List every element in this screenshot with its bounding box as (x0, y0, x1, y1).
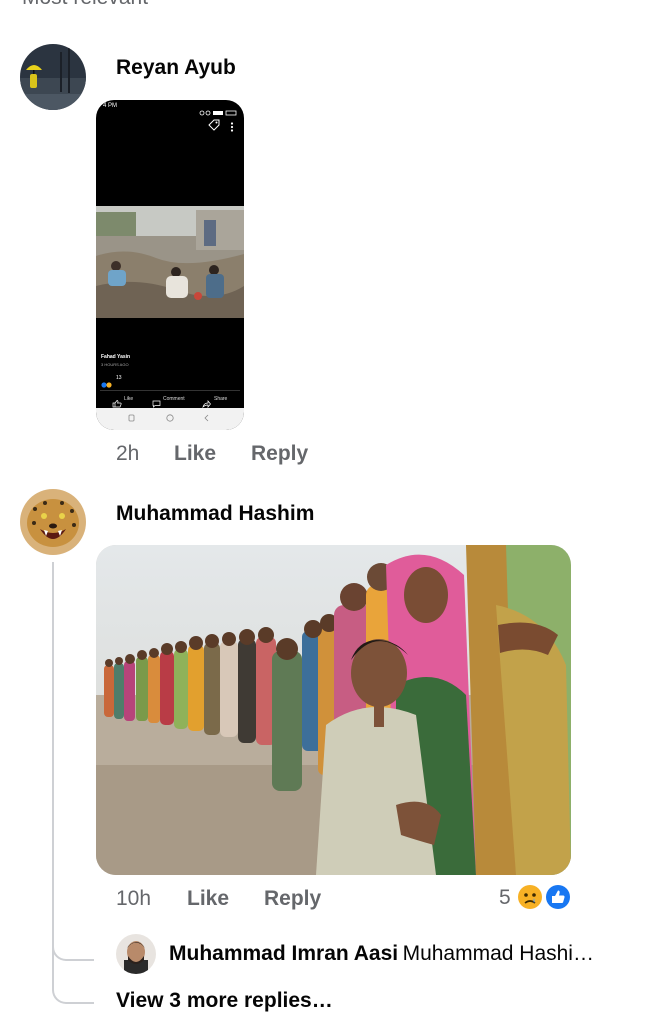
thread-line (52, 562, 54, 990)
comment-author[interactable]: Muhammad Hashim (116, 502, 314, 526)
status-icons (198, 103, 238, 116)
comment-timestamp: 10h (116, 887, 152, 910)
share-icon (202, 395, 211, 409)
reaction-count[interactable]: 5 (499, 886, 511, 910)
post-comment-label: Comment (163, 396, 185, 402)
sad-reaction-icon (518, 885, 542, 909)
status-time: 4 PM (103, 103, 118, 109)
post-share-label: Share (214, 396, 228, 402)
post-time: 3 HOURS AGO (101, 362, 129, 367)
post-photo (96, 206, 244, 318)
comment-timestamp: 2h (116, 442, 140, 465)
comment-author[interactable]: Reyan Ayub (116, 56, 236, 80)
post-author: Fahad Yasin (101, 354, 131, 360)
avatar[interactable] (20, 44, 86, 110)
reply-button[interactable]: Reply (264, 887, 321, 911)
comment-attachment-screenshot[interactable]: 4 PM Fahad Yasin 3 HOURS AGO 13 Like Com… (96, 100, 244, 430)
reply-preview[interactable]: Muhammad Imran Aasi Muhammad Hashi… (169, 942, 594, 966)
avatar[interactable] (116, 934, 156, 974)
like-reaction-icon (545, 884, 571, 910)
navigation-bar (96, 408, 244, 430)
more-options-icon (230, 119, 234, 132)
thread-connector (52, 978, 94, 1004)
comment-attachment-photo[interactable] (96, 545, 571, 875)
sort-label[interactable]: Most relevant (22, 0, 148, 10)
post-like-label: Like (124, 396, 134, 402)
post-reaction-count: 13 (116, 375, 122, 381)
reply-author[interactable]: Muhammad Imran Aasi (169, 942, 398, 965)
reply-text: Muhammad Hashi… (402, 942, 594, 965)
like-icon (112, 395, 122, 408)
divider (100, 390, 240, 391)
avatar-image (20, 489, 86, 555)
thread-connector (52, 935, 94, 961)
like-button[interactable]: Like (187, 887, 229, 911)
tag-icon (208, 118, 220, 131)
reply-button[interactable]: Reply (251, 442, 308, 466)
view-more-replies[interactable]: View 3 more replies… (116, 989, 333, 1013)
reaction-summary[interactable] (516, 882, 576, 912)
reaction-icons (101, 375, 115, 388)
like-button[interactable]: Like (174, 442, 216, 466)
comment-icon (152, 395, 161, 408)
avatar-image (20, 44, 86, 110)
avatar[interactable] (20, 489, 86, 555)
